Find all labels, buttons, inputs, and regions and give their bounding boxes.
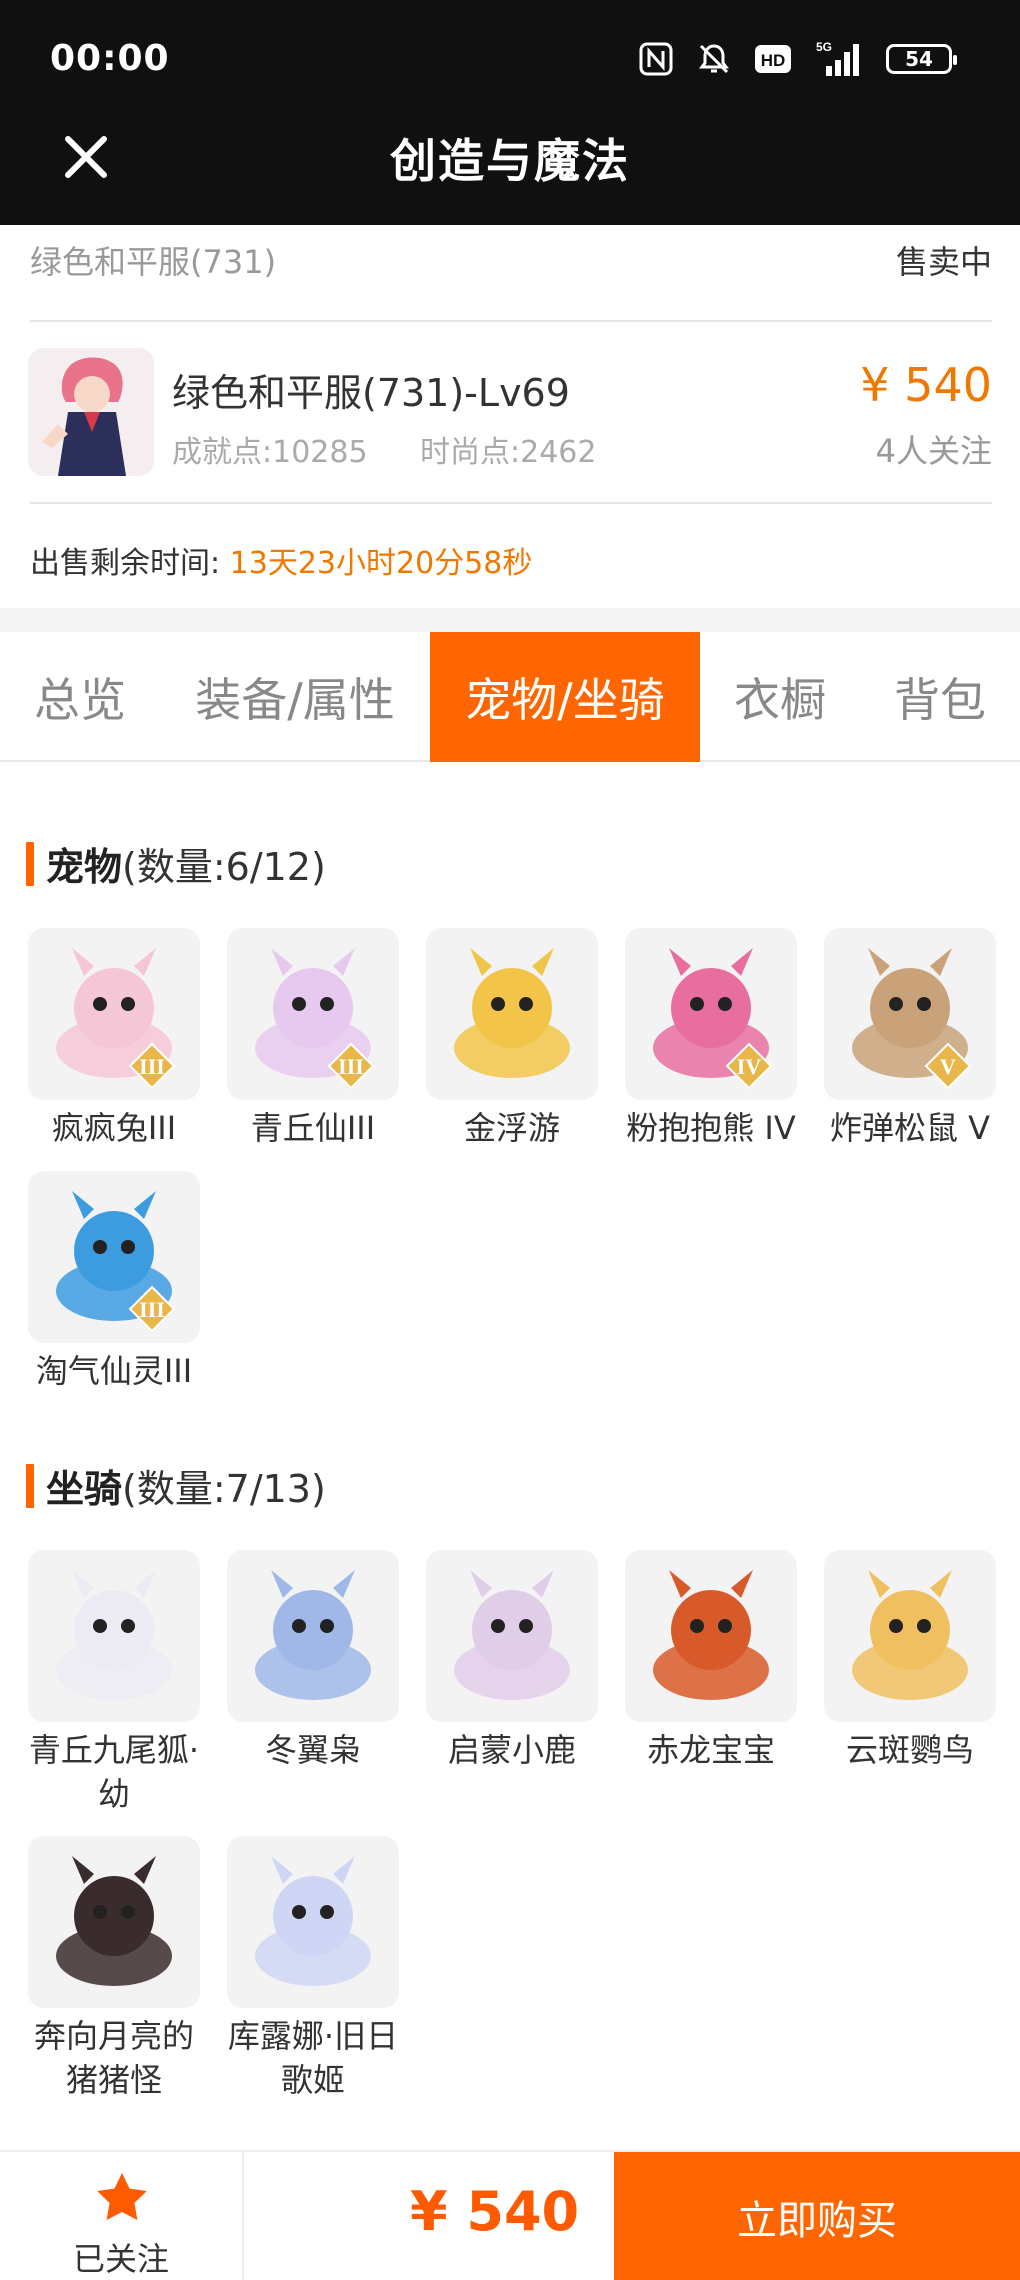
svg-text:III: III	[338, 1054, 364, 1079]
pets-section-count: (数量:6/12)	[122, 845, 326, 889]
remaining-time-value: 13天23小时20分58秒	[229, 546, 533, 581]
achievement-points: 成就点:10285	[172, 435, 368, 470]
pet-name: 粉抱抱熊 IV	[626, 1109, 796, 1147]
section-accent-bar	[26, 841, 34, 886]
character-title: 绿色和平服(731)-Lv69	[172, 371, 570, 415]
divider	[30, 502, 992, 504]
remaining-time-label: 出售剩余时间:	[30, 546, 221, 581]
mount-thumbnail	[28, 1550, 200, 1722]
follow-label: 已关注	[72, 2240, 169, 2278]
tab-backpack[interactable]: 背包	[860, 632, 1020, 762]
svg-text:IV: IV	[737, 1054, 762, 1079]
pet-item[interactable]: V 炸弹松鼠 V	[824, 928, 996, 1150]
mount-item[interactable]: 库露娜·旧日歌姬	[227, 1836, 399, 2102]
status-bar: 00:00 HD 5G 54	[0, 0, 1020, 115]
pet-name: 金浮游	[463, 1109, 560, 1147]
character-price: ¥ 540	[860, 358, 992, 412]
pet-thumbnail: III	[28, 928, 200, 1100]
mount-name: 青丘九尾狐·幼	[28, 1731, 200, 1813]
buy-now-button[interactable]: 立即购买	[614, 2152, 1020, 2280]
pet-item[interactable]: III 淘气仙灵III	[28, 1171, 200, 1393]
svg-text:III: III	[139, 1297, 165, 1322]
section-accent-bar	[26, 1463, 34, 1508]
account-header: 绿色和平服(731) 售卖中	[0, 225, 1020, 320]
page-title: 创造与魔法	[390, 134, 630, 188]
mount-thumbnail	[227, 1836, 399, 2008]
hd-icon: HD	[754, 44, 792, 74]
battery-icon: 54	[886, 44, 957, 74]
mount-thumbnail	[426, 1550, 598, 1722]
star-icon	[97, 2173, 147, 2220]
mount-name: 库露娜·旧日歌姬	[227, 2017, 399, 2099]
character-card[interactable]: 绿色和平服(731)-Lv69 成就点:10285 时尚点:2462 ¥ 540…	[0, 322, 1020, 502]
tab-pets-mounts[interactable]: 宠物/坐骑	[430, 632, 700, 762]
account-server-name: 绿色和平服(731)	[30, 243, 277, 281]
mount-name: 赤龙宝宝	[646, 1731, 775, 1769]
pet-name: 炸弹松鼠 V	[829, 1109, 991, 1147]
mount-name: 奔向月亮的猪猪怪	[33, 2017, 194, 2099]
pet-name: 青丘仙III	[250, 1109, 376, 1147]
mute-icon	[696, 41, 732, 77]
remaining-time: 出售剩余时间: 13天23小时20分58秒	[30, 538, 532, 582]
status-time: 00:00	[50, 38, 170, 79]
mount-thumbnail	[28, 1836, 200, 2008]
pet-item[interactable]: IV 粉抱抱熊 IV	[625, 928, 797, 1150]
pet-item[interactable]: III 青丘仙III	[227, 928, 399, 1150]
mount-item[interactable]: 云斑鹦鸟	[824, 1550, 996, 1772]
svg-text:5G: 5G	[816, 40, 832, 54]
pet-thumbnail: IV	[625, 928, 797, 1100]
mount-item[interactable]: 奔向月亮的猪猪怪	[28, 1836, 200, 2102]
pet-thumbnail: V	[824, 928, 996, 1100]
mount-thumbnail	[824, 1550, 996, 1722]
character-avatar	[28, 348, 154, 476]
tab-bar: 总览 装备/属性 宠物/坐骑 衣橱 背包	[0, 632, 1020, 762]
title-bar: 创造与魔法	[0, 115, 1020, 225]
tab-equipment[interactable]: 装备/属性	[160, 632, 430, 762]
bottom-price: ¥ 540	[410, 2180, 580, 2243]
pets-section-header: 宠物 (数量:6/12)	[26, 836, 326, 891]
pets-section-title: 宠物	[46, 845, 123, 889]
sale-status-badge: 售卖中	[895, 243, 992, 281]
mount-item[interactable]: 青丘九尾狐·幼	[28, 1550, 200, 1816]
fashion-points: 时尚点:2462	[420, 435, 597, 470]
tab-overview[interactable]: 总览	[0, 632, 160, 762]
pet-thumbnail	[426, 928, 598, 1100]
pet-name: 疯疯兔III	[51, 1109, 177, 1147]
signal-icon: 5G	[814, 40, 864, 78]
mounts-section-count: (数量:7/13)	[122, 1467, 326, 1511]
mount-name: 云斑鹦鸟	[845, 1731, 974, 1769]
pet-item[interactable]: III 疯疯兔III	[28, 928, 200, 1150]
pet-name: 淘气仙灵III	[35, 1352, 193, 1390]
pet-thumbnail: III	[28, 1171, 200, 1343]
tab-wardrobe[interactable]: 衣橱	[700, 632, 860, 762]
mount-item[interactable]: 赤龙宝宝	[625, 1550, 797, 1772]
nfc-icon	[638, 41, 674, 77]
section-separator	[0, 608, 1020, 632]
follow-button[interactable]: 已关注	[0, 2152, 244, 2280]
mount-item[interactable]: 冬翼枭	[227, 1550, 399, 1772]
mounts-section-title: 坐骑	[46, 1467, 123, 1511]
mount-name: 启蒙小鹿	[447, 1731, 576, 1769]
status-icons: HD 5G 54	[638, 40, 957, 78]
svg-text:HD: HD	[761, 51, 786, 70]
mount-name: 冬翼枭	[264, 1731, 361, 1769]
svg-text:V: V	[940, 1054, 956, 1079]
mounts-section-header: 坐骑 (数量:7/13)	[26, 1458, 326, 1513]
pet-thumbnail: III	[227, 928, 399, 1100]
mount-item[interactable]: 启蒙小鹿	[426, 1550, 598, 1772]
mount-thumbnail	[625, 1550, 797, 1722]
mount-thumbnail	[227, 1550, 399, 1722]
follower-count: 4人关注	[875, 432, 992, 470]
svg-text:III: III	[139, 1054, 165, 1079]
pet-item[interactable]: 金浮游	[426, 928, 598, 1150]
bottom-action-bar: 已关注 ¥ 540 立即购买	[0, 2150, 1020, 2280]
